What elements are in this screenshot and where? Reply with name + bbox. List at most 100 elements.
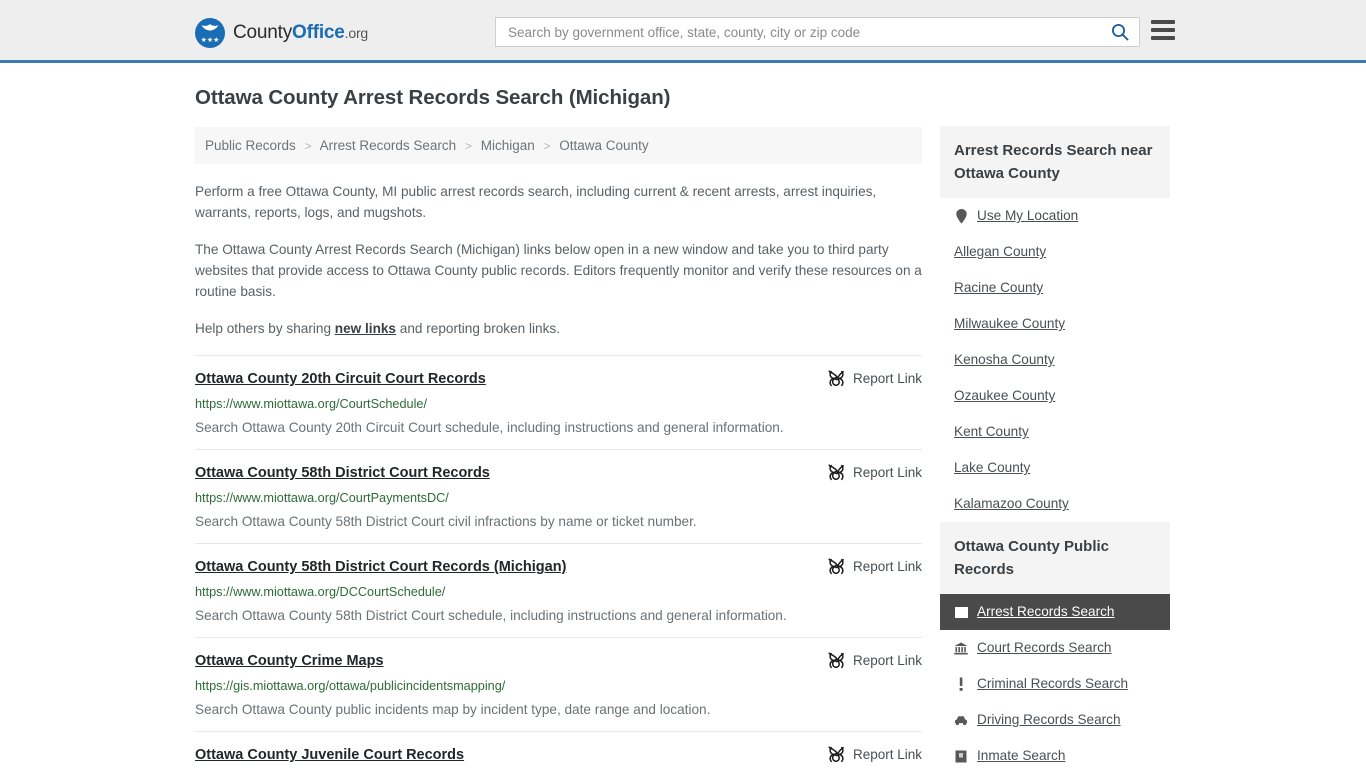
sidebar-county-link[interactable]: Milwaukee County: [940, 306, 1170, 342]
search-bar[interactable]: [495, 17, 1140, 47]
search-input[interactable]: [506, 19, 1109, 45]
site-header: ★★★ CountyOffice.org: [0, 0, 1366, 63]
sidebar: Arrest Records Search near Ottawa County…: [940, 126, 1170, 768]
sidebar-county-label: Ozaukee County: [954, 388, 1056, 403]
breadcrumb-separator: >: [543, 139, 551, 153]
list-item: Ozaukee County: [940, 378, 1170, 414]
logo-text-county: County: [233, 22, 293, 43]
sidebar-record-label: Court Records Search: [977, 640, 1112, 655]
result-description: Search Ottawa County public incidents ma…: [195, 702, 711, 717]
county-office-logo-icon: ★★★: [195, 18, 225, 48]
result-url: https://www.miottawa.org/CourtSchedule/: [195, 397, 428, 411]
nearby-counties-list: Use My Location: [940, 198, 1170, 234]
list-item: Milwaukee County: [940, 306, 1170, 342]
exclamation-icon: [954, 676, 968, 692]
sidebar-county-label: Lake County: [954, 460, 1031, 475]
new-links-link[interactable]: new links: [335, 321, 396, 336]
breadcrumb: Public Records > Arrest Records Search >…: [195, 127, 922, 164]
result-item: Ottawa County Crime Maps Report Link https…: [195, 637, 922, 731]
logo-text-office: Office: [292, 22, 345, 43]
sidebar-record-link[interactable]: Inmate Search: [940, 738, 1170, 768]
breadcrumb-separator: >: [464, 139, 472, 153]
list-item: Kent County: [940, 414, 1170, 450]
report-link-button[interactable]: Report Link: [828, 746, 922, 763]
report-link-button[interactable]: Report Link: [828, 370, 922, 387]
result-title-link[interactable]: Ottawa County Crime Maps: [195, 652, 384, 670]
breadcrumb-item-arrest-records-search[interactable]: Arrest Records Search: [320, 138, 457, 153]
sidebar-county-link[interactable]: Lake County: [940, 450, 1170, 486]
sidebar-record-link[interactable]: Arrest Records Search: [940, 594, 1170, 630]
result-title-link[interactable]: Ottawa County 58th District Court Record…: [195, 464, 490, 482]
report-link-button[interactable]: Report Link: [828, 464, 922, 481]
hamburger-menu-icon[interactable]: [1151, 20, 1175, 40]
use-my-location-link[interactable]: Use My Location: [940, 198, 1170, 234]
result-item: Ottawa County Juvenile Court Records Repo…: [195, 731, 922, 768]
jail-building-icon: [954, 748, 968, 764]
result-header: Ottawa County Juvenile Court Records Repo…: [195, 746, 922, 764]
sidebar-record-link[interactable]: Criminal Records Search: [940, 666, 1170, 702]
share-text-before: Help others by sharing: [195, 321, 335, 336]
list-item: Kalamazoo County: [940, 486, 1170, 522]
public-records-heading: Ottawa County Public Records: [940, 522, 1170, 594]
results-list: Ottawa County 20th Circuit Court Records…: [195, 355, 922, 768]
list-item: Driving Records Search: [940, 702, 1170, 738]
map-pin-icon: [954, 208, 968, 224]
result-item: Ottawa County 58th District Court Record…: [195, 449, 922, 543]
result-description: Search Ottawa County 20th Circuit Court …: [195, 420, 784, 435]
result-title-link[interactable]: Ottawa County 20th Circuit Court Records: [195, 370, 486, 388]
breadcrumb-item-ottawa-county[interactable]: Ottawa County: [559, 138, 648, 153]
sidebar-record-link[interactable]: Driving Records Search: [940, 702, 1170, 738]
logo-stars: ★★★: [200, 37, 220, 44]
report-link-button[interactable]: Report Link: [828, 558, 922, 575]
result-header: Ottawa County Crime Maps Report Link: [195, 652, 922, 670]
breadcrumb-item-public-records[interactable]: Public Records: [205, 138, 296, 153]
list-item: Arrest Records Search: [940, 594, 1170, 630]
result-item: Ottawa County 20th Circuit Court Records…: [195, 355, 922, 449]
broken-link-icon: [828, 746, 844, 763]
result-title-link[interactable]: Ottawa County Juvenile Court Records: [195, 746, 464, 764]
breadcrumb-separator: >: [304, 139, 312, 153]
result-url: https://www.miottawa.org/CourtPaymentsDC…: [195, 491, 449, 505]
intro-paragraph-2: The Ottawa County Arrest Records Search …: [195, 242, 922, 299]
intro-text: Perform a free Ottawa County, MI public …: [195, 181, 922, 339]
sidebar-county-link[interactable]: Kent County: [940, 414, 1170, 450]
sidebar-county-link[interactable]: Kalamazoo County: [940, 486, 1170, 522]
sidebar-record-link[interactable]: Court Records Search: [940, 630, 1170, 666]
sidebar-county-label: Racine County: [954, 280, 1044, 295]
broken-link-icon: [828, 464, 844, 481]
list-item: Court Records Search: [940, 630, 1170, 666]
site-logo[interactable]: ★★★ CountyOffice.org: [195, 18, 368, 48]
sidebar-county-link[interactable]: Kenosha County: [940, 342, 1170, 378]
eagle-icon: [201, 24, 219, 31]
nearby-searches-box: Arrest Records Search near Ottawa County…: [940, 126, 1170, 522]
public-records-list: Arrest Records Search Court Records Searc…: [940, 594, 1170, 768]
result-header: Ottawa County 20th Circuit Court Records…: [195, 370, 922, 388]
sidebar-county-link[interactable]: Allegan County: [940, 234, 1170, 270]
result-title-link[interactable]: Ottawa County 58th District Court Record…: [195, 558, 566, 576]
nearby-searches-heading: Arrest Records Search near Ottawa County: [940, 126, 1170, 198]
intro-paragraph-3: Help others by sharing new links and rep…: [195, 318, 922, 339]
list-item: Use My Location: [940, 198, 1170, 234]
result-url: https://www.miottawa.org/DCCourtSchedule…: [195, 585, 446, 599]
public-records-box: Ottawa County Public Records Arrest Reco…: [940, 522, 1170, 768]
search-button[interactable]: [1109, 21, 1131, 43]
fingerprint-card-icon: [954, 604, 968, 620]
report-link-label: Report Link: [852, 465, 922, 480]
logo-text-org: .org: [344, 25, 369, 41]
report-link-label: Report Link: [852, 559, 922, 574]
report-link-button[interactable]: Report Link: [828, 652, 922, 669]
sidebar-record-label: Arrest Records Search: [977, 604, 1115, 619]
list-item: Kenosha County: [940, 342, 1170, 378]
sidebar-county-label: Kalamazoo County: [954, 496, 1069, 511]
breadcrumb-item-michigan[interactable]: Michigan: [481, 138, 535, 153]
sidebar-county-link[interactable]: Ozaukee County: [940, 378, 1170, 414]
list-item: Racine County: [940, 270, 1170, 306]
broken-link-icon: [828, 558, 844, 575]
courthouse-icon: [954, 640, 968, 656]
sidebar-county-link[interactable]: Racine County: [940, 270, 1170, 306]
car-icon: [954, 712, 968, 728]
sidebar-record-label: Inmate Search: [977, 748, 1066, 763]
result-header: Ottawa County 58th District Court Record…: [195, 464, 922, 482]
list-item: Criminal Records Search: [940, 666, 1170, 702]
intro-paragraph-1: Perform a free Ottawa County, MI public …: [195, 184, 877, 220]
